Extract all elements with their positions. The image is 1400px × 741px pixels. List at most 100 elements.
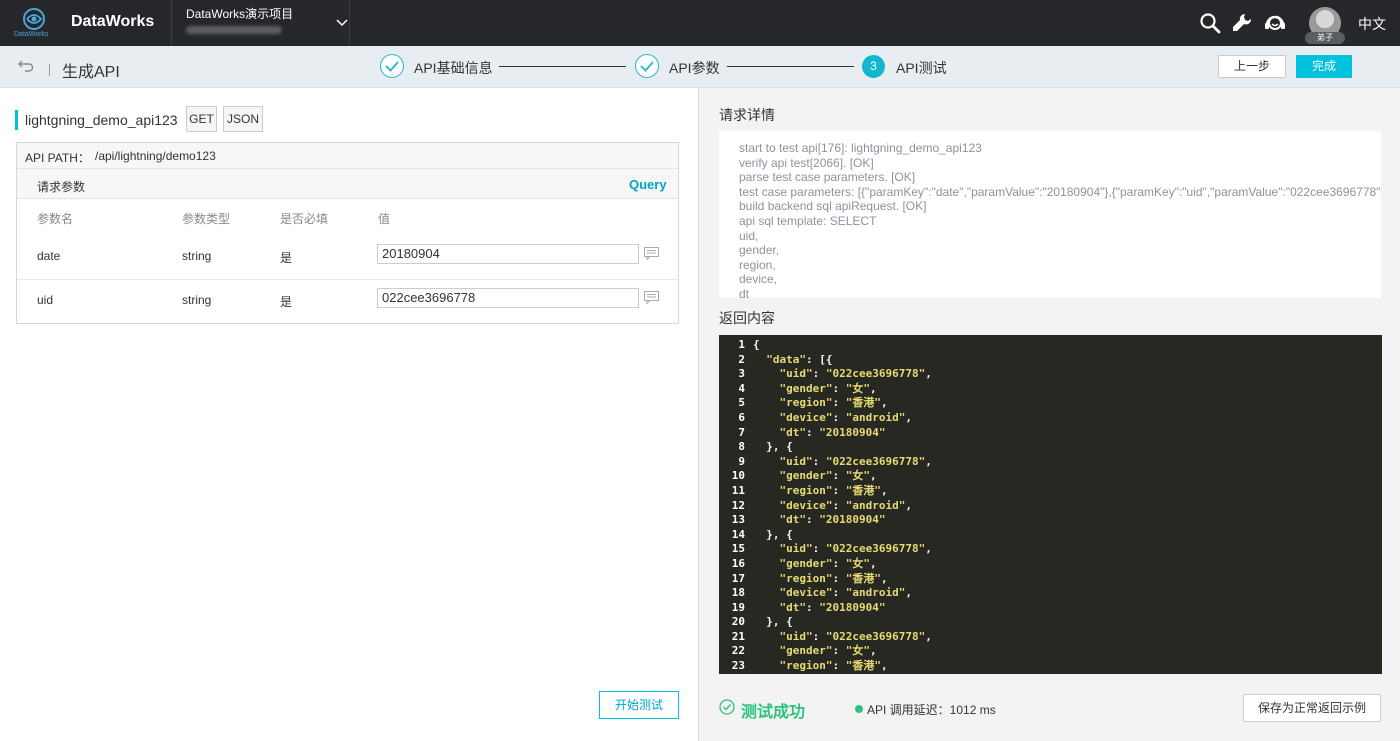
wrench-icon[interactable] bbox=[1230, 11, 1254, 35]
table-row: date string 是 20180904 bbox=[17, 235, 678, 279]
log-line: verify api test[2066]. [OK] bbox=[739, 155, 874, 170]
log-line: device, bbox=[739, 272, 778, 287]
comment-icon[interactable] bbox=[644, 247, 659, 260]
language-switch[interactable]: 中文 bbox=[1358, 14, 1386, 34]
code-text: "uid": "022cee3696778", bbox=[779, 629, 932, 643]
finish-button[interactable]: 完成 bbox=[1296, 55, 1352, 78]
previous-step-button[interactable]: 上一步 bbox=[1218, 55, 1286, 78]
code-line: 22 "gender": "女", bbox=[719, 644, 1382, 659]
line-number: 7 bbox=[738, 425, 745, 439]
line-number: 4 bbox=[738, 381, 745, 395]
code-line: 21 "uid": "022cee3696778", bbox=[719, 630, 1382, 645]
line-number: 2 bbox=[738, 352, 745, 366]
code-text: "dt": "20180904" bbox=[779, 425, 886, 439]
param-type: string bbox=[182, 293, 212, 307]
code-text: "region": "香港", bbox=[779, 659, 888, 673]
code-text: }, { bbox=[753, 527, 793, 541]
project-name: DataWorks演示项目 bbox=[186, 7, 294, 21]
code-text: "region": "香港", bbox=[779, 483, 888, 497]
line-number: 5 bbox=[738, 396, 745, 410]
code-line: 8 }, { bbox=[719, 440, 1382, 455]
param-name: uid bbox=[37, 293, 54, 307]
code-line: 2 "data": [{ bbox=[719, 353, 1382, 368]
request-details-title: 请求详情 bbox=[719, 107, 775, 123]
format-tag: JSON bbox=[223, 106, 263, 132]
line-number: 14 bbox=[731, 527, 745, 541]
step-3-label: API测试 bbox=[896, 60, 947, 76]
avatar-tag: 弟子 bbox=[1305, 32, 1345, 44]
step-connector bbox=[727, 66, 854, 67]
code-line: 13 "dt": "20180904" bbox=[719, 513, 1382, 528]
line-number: 1 bbox=[738, 338, 745, 351]
code-text: "dt": "20180904" bbox=[779, 600, 886, 614]
back-arrow-icon[interactable] bbox=[16, 58, 34, 74]
project-selector[interactable]: DataWorks演示项目 bbox=[172, 0, 350, 46]
code-text: "device": "android", bbox=[779, 498, 912, 512]
line-number: 12 bbox=[731, 498, 745, 512]
code-line: 10 "gender": "女", bbox=[719, 469, 1382, 484]
param-value-input[interactable]: 022cee3696778 bbox=[377, 288, 639, 308]
brand-name: DataWorks bbox=[71, 13, 155, 30]
api-path-row: API PATH： /api/lightning/demo123 bbox=[17, 143, 678, 169]
log-line: test case parameters: [{"paramKey":"date… bbox=[739, 184, 1381, 199]
step-2-done-icon bbox=[635, 54, 659, 78]
line-number: 13 bbox=[731, 513, 745, 527]
code-line: 23 "region": "香港", bbox=[719, 659, 1382, 674]
query-label: Query bbox=[629, 177, 667, 192]
search-icon[interactable] bbox=[1198, 11, 1222, 35]
start-test-button[interactable]: 开始测试 bbox=[599, 691, 679, 719]
response-code-viewer[interactable]: 1{2 "data": [{3 "uid": "022cee3696778", 4… bbox=[719, 335, 1382, 674]
step-connector bbox=[499, 66, 626, 67]
code-text: "dt": "20180904" bbox=[779, 513, 886, 527]
api-test-params-panel: lightgning_demo_api123 GET JSON API PATH… bbox=[0, 88, 699, 741]
line-number: 17 bbox=[731, 571, 745, 585]
code-line: 5 "region": "香港", bbox=[719, 396, 1382, 411]
chevron-down-icon bbox=[336, 19, 348, 27]
column-header-value: 值 bbox=[378, 212, 391, 226]
success-text: 测试成功 bbox=[741, 704, 806, 721]
code-text: "region": "香港", bbox=[779, 571, 888, 585]
latency-text: API 调用延迟：1012 ms bbox=[867, 703, 996, 717]
line-number: 18 bbox=[731, 586, 745, 600]
step-3-number: 3 bbox=[862, 55, 885, 78]
check-circle-icon bbox=[719, 699, 735, 715]
code-line: 9 "uid": "022cee3696778", bbox=[719, 455, 1382, 470]
line-number: 19 bbox=[731, 600, 745, 614]
code-text: }, { bbox=[753, 440, 793, 454]
line-number: 6 bbox=[738, 410, 745, 424]
code-line: 16 "gender": "女", bbox=[719, 557, 1382, 572]
log-line: start to test api[176]: lightgning_demo_… bbox=[739, 141, 982, 155]
log-line: dt bbox=[739, 286, 750, 298]
api-name: lightgning_demo_api123 bbox=[25, 112, 178, 128]
param-required: 是 bbox=[280, 251, 293, 265]
code-line: 17 "region": "香港", bbox=[719, 572, 1382, 587]
code-text: { bbox=[753, 338, 760, 351]
code-line: 6 "device": "android", bbox=[719, 411, 1382, 426]
line-number: 10 bbox=[731, 469, 745, 483]
code-text: "gender": "女", bbox=[779, 644, 877, 658]
line-number: 16 bbox=[731, 556, 745, 570]
save-as-example-button[interactable]: 保存为正常返回示例 bbox=[1243, 694, 1381, 722]
project-subtitle-redacted bbox=[186, 26, 282, 34]
request-params-header: 请求参数 Query bbox=[17, 169, 678, 199]
line-number: 8 bbox=[738, 440, 745, 454]
column-header-type: 参数类型 bbox=[182, 212, 231, 226]
page-title: 生成API bbox=[62, 64, 120, 81]
accent-bar bbox=[15, 110, 18, 130]
line-number: 3 bbox=[738, 367, 745, 381]
step-1-done-icon bbox=[380, 54, 404, 78]
line-number: 20 bbox=[731, 615, 745, 629]
support-headset-icon[interactable] bbox=[1263, 11, 1287, 35]
request-log[interactable]: start to test api[176]: lightgning_demo_… bbox=[719, 131, 1381, 298]
code-line: 1{ bbox=[719, 338, 1382, 353]
code-text: "region": "香港", bbox=[779, 396, 888, 410]
code-text: "gender": "女", bbox=[779, 381, 877, 395]
column-header-name: 参数名 bbox=[37, 212, 74, 226]
log-line: build backend sql apiRequest. [OK] bbox=[739, 199, 927, 214]
comment-icon[interactable] bbox=[644, 291, 659, 304]
step-1-label: API基础信息 bbox=[414, 60, 493, 76]
param-type: string bbox=[182, 249, 212, 263]
logo-area[interactable]: DataWorks DataWorks bbox=[0, 0, 172, 46]
code-text: }, { bbox=[753, 615, 793, 629]
param-value-input[interactable]: 20180904 bbox=[377, 244, 639, 264]
